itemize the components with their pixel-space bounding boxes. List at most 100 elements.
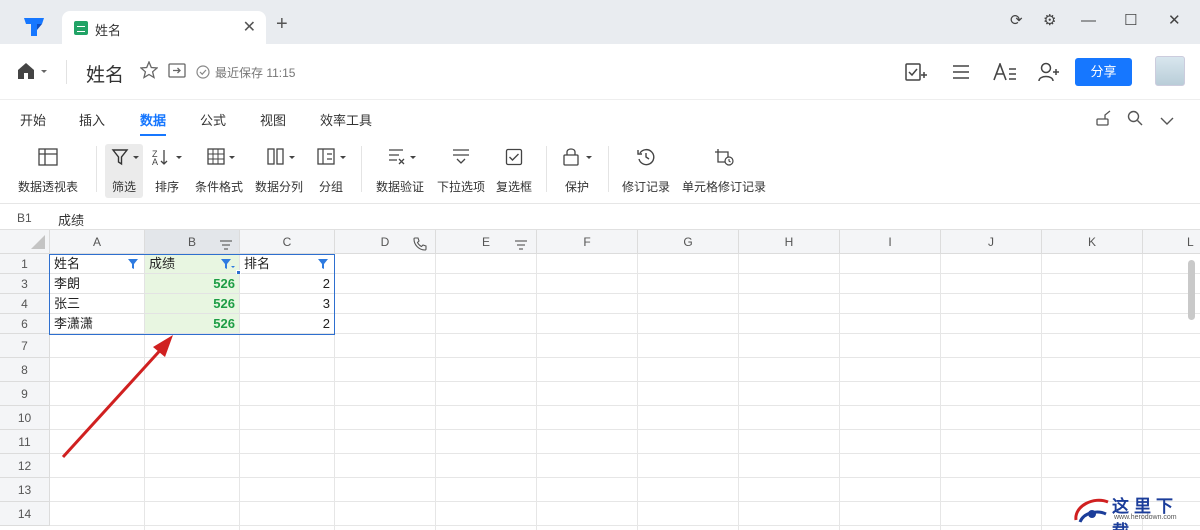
protect-button[interactable]: 保护	[558, 144, 596, 198]
pivot-table-button[interactable]: 数据透视表	[14, 144, 82, 198]
split-column-button[interactable]: 数据分列	[253, 144, 305, 198]
column-header-b-label: B	[187, 235, 196, 249]
table-cell[interactable]: 526	[145, 294, 240, 314]
select-all-corner[interactable]	[0, 230, 50, 254]
sort-icon: ZA	[150, 144, 184, 170]
column-header-h[interactable]: H	[739, 230, 840, 254]
collapse-ribbon-icon[interactable]	[1160, 113, 1174, 131]
sync-icon[interactable]: ⟳	[1010, 12, 1023, 30]
table-cell[interactable]: 526	[145, 274, 240, 294]
row-header[interactable]: 14	[0, 502, 50, 526]
vertical-scrollbar[interactable]	[1188, 260, 1195, 320]
share-button[interactable]: 分享	[1075, 58, 1132, 86]
formula-input[interactable]: 成绩	[58, 210, 84, 229]
add-collaborator-icon[interactable]	[1038, 62, 1060, 87]
row-header[interactable]: 7	[0, 334, 50, 358]
filter-active-dropdown-icon[interactable]	[220, 258, 236, 270]
checkbox-button[interactable]: 复选框	[494, 144, 534, 198]
cell-revision-history-button[interactable]: 单元格修订记录	[680, 144, 768, 198]
column-header-d[interactable]: D	[335, 230, 436, 254]
conditional-format-button[interactable]: 条件格式	[193, 144, 245, 198]
row-header[interactable]: 3	[0, 274, 50, 294]
dropdown-options-label: 下拉选项	[436, 180, 485, 194]
tab-view[interactable]: 视图	[260, 110, 286, 129]
watermark-swirl-icon	[1074, 498, 1109, 523]
table-header-cell-score[interactable]: 成绩	[145, 254, 240, 274]
column-header-f[interactable]: F	[537, 230, 638, 254]
document-tab[interactable]: 姓名 ✕	[62, 11, 266, 44]
ribbon-toolbar: 数据透视表 筛选 ZA 排序 条件格式 数据分列 分组 数据验证 下拉选项 复选…	[0, 136, 1200, 204]
filter-button[interactable]: 筛选	[105, 144, 143, 198]
move-to-icon[interactable]	[168, 63, 186, 83]
table-header-cell-name[interactable]: 姓名	[50, 254, 145, 274]
new-tab-icon[interactable]: +	[276, 14, 288, 34]
row-header[interactable]: 13	[0, 478, 50, 502]
column-header-i[interactable]: I	[840, 230, 941, 254]
divider	[546, 146, 547, 192]
column-header-g[interactable]: G	[638, 230, 739, 254]
sort-label: 排序	[154, 180, 179, 194]
table-cell[interactable]: 3	[240, 294, 335, 314]
document-title[interactable]: 姓名	[86, 60, 124, 87]
column-header-k[interactable]: K	[1042, 230, 1143, 254]
row-header[interactable]: 6	[0, 314, 50, 334]
sort-button[interactable]: ZA 排序	[150, 144, 184, 198]
search-icon[interactable]	[1127, 110, 1143, 131]
revision-history-label: 修订记录	[621, 180, 670, 194]
table-cell[interactable]: 李朗	[50, 274, 145, 294]
row-header[interactable]: 12	[0, 454, 50, 478]
data-validation-label: 数据验证	[375, 180, 424, 194]
close-tab-icon[interactable]: ✕	[243, 17, 256, 37]
maximize-icon[interactable]: ☐	[1124, 12, 1137, 30]
row-header[interactable]: 11	[0, 430, 50, 454]
column-header-j[interactable]: J	[941, 230, 1042, 254]
menu-icon[interactable]	[952, 64, 970, 85]
revision-history-button[interactable]: 修订记录	[620, 144, 672, 198]
brush-icon[interactable]	[1096, 110, 1112, 131]
dropdown-options-button[interactable]: 下拉选项	[435, 144, 487, 198]
tab-data[interactable]: 数据	[140, 110, 167, 136]
tab-start[interactable]: 开始	[20, 110, 46, 129]
row-header[interactable]: 9	[0, 382, 50, 406]
conditional-format-icon	[193, 144, 245, 170]
split-column-label: 数据分列	[254, 180, 303, 194]
text-format-icon[interactable]	[993, 61, 1017, 86]
history-icon	[620, 144, 672, 170]
cell-reference[interactable]: B1	[17, 211, 32, 225]
table-header-cell-rank[interactable]: 排名	[240, 254, 335, 274]
document-header: 姓名 最近保存 11:15 分享	[0, 44, 1200, 100]
filter-dropdown-icon[interactable]	[317, 258, 329, 270]
column-header-l[interactable]: L	[1143, 230, 1200, 254]
column-header-e[interactable]: E	[436, 230, 537, 254]
watermark-logo: 这里下载 www.herodown.com	[1072, 490, 1196, 530]
filter-dropdown-icon[interactable]	[127, 258, 139, 270]
row-header[interactable]: 4	[0, 294, 50, 314]
data-validation-button[interactable]: 数据验证	[373, 144, 427, 198]
table-cell[interactable]: 2	[240, 314, 335, 334]
protect-label: 保护	[564, 180, 589, 194]
cell-text: 排名	[244, 256, 271, 271]
table-cell[interactable]: 张三	[50, 294, 145, 314]
star-icon[interactable]	[139, 60, 159, 84]
divider	[96, 146, 97, 192]
tab-formula[interactable]: 公式	[200, 110, 226, 129]
row-header[interactable]: 8	[0, 358, 50, 382]
row-header[interactable]: 1	[0, 254, 50, 274]
group-button[interactable]: 分组	[313, 144, 349, 198]
app-logo-icon[interactable]	[22, 14, 46, 38]
column-header-c[interactable]: C	[240, 230, 335, 254]
avatar[interactable]	[1155, 56, 1185, 86]
tab-efficiency-tools[interactable]: 效率工具	[320, 110, 372, 129]
tab-insert[interactable]: 插入	[79, 110, 105, 129]
table-cell[interactable]: 2	[240, 274, 335, 294]
checkbox-label: 复选框	[495, 180, 532, 194]
row-header[interactable]: 10	[0, 406, 50, 430]
column-header-a[interactable]: A	[50, 230, 145, 254]
home-icon[interactable]	[17, 62, 47, 85]
minimize-icon[interactable]: —	[1081, 12, 1096, 30]
settings-icon[interactable]: ⚙	[1043, 12, 1056, 30]
column-header-b[interactable]: B	[145, 230, 240, 254]
close-window-icon[interactable]: ✕	[1168, 12, 1181, 30]
edit-doc-icon[interactable]	[905, 62, 927, 87]
column-header-e-label: E	[481, 235, 490, 249]
